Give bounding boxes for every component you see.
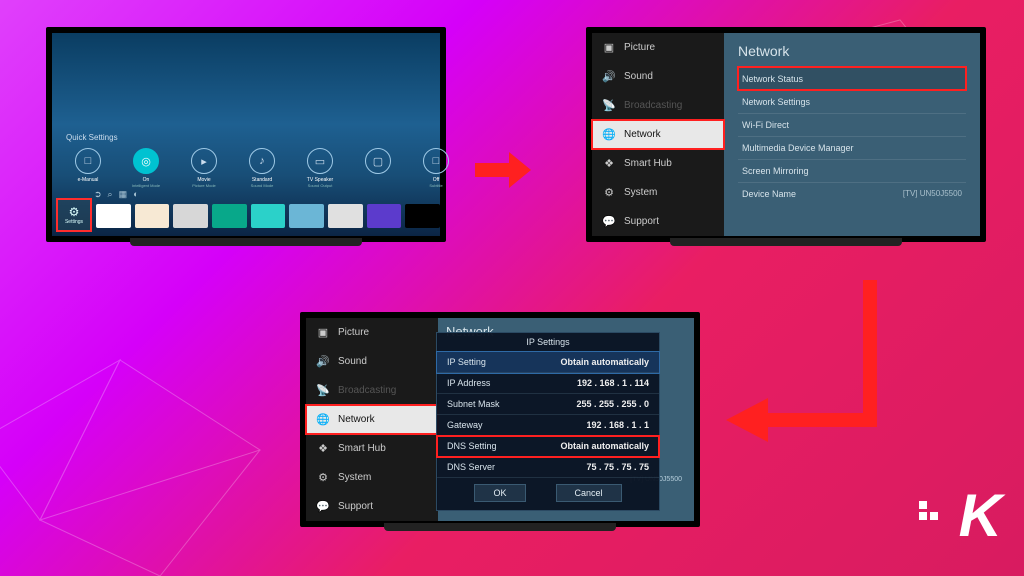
tv-step-3: ▣Picture 🔊Sound 📡Broadcasting 🌐Network ❖… (300, 312, 700, 527)
globe-icon: 🌐 (316, 413, 330, 426)
dns-server-row[interactable]: DNS Server75 . 75 . 75 . 75 (437, 457, 659, 478)
menu-item-picture[interactable]: ▣Picture (592, 33, 724, 62)
gear-icon: ⚙ (602, 186, 616, 199)
menu-item-smart-hub[interactable]: ❖Smart Hub (306, 434, 438, 463)
picture-icon: ▣ (602, 41, 616, 54)
menu-item-picture[interactable]: ▣Picture (306, 318, 438, 347)
panel-row-screen-mirroring[interactable]: Screen Mirroring (738, 159, 966, 182)
tv3-screen: ▣Picture 🔊Sound 📡Broadcasting 🌐Network ❖… (306, 318, 694, 521)
qs-item-sound-mode[interactable]: ♪ Standard Sound Mode (240, 148, 284, 188)
gear-icon: ⚙ (316, 471, 330, 484)
app-tile[interactable] (405, 204, 440, 228)
settings-menu: ▣Picture 🔊Sound 📡Broadcasting 🌐Network ❖… (306, 318, 438, 521)
tv1-screen: Quick Settings □ e-Manual ◎ On Intellige… (52, 33, 440, 236)
app-tile-row (96, 204, 440, 228)
menu-item-system[interactable]: ⚙System (306, 463, 438, 492)
qs-item-sound-output[interactable]: ▭ TV Speaker Sound Output (298, 148, 342, 188)
menu-item-system[interactable]: ⚙System (592, 178, 724, 207)
box-icon: ▢ (365, 148, 391, 174)
tv-speaker-icon: ▭ (307, 148, 333, 174)
tv2-screen: ▣Picture 🔊Sound 📡Broadcasting 🌐Network ❖… (592, 33, 980, 236)
ip-settings-dialog: IP Settings IP SettingObtain automatical… (436, 332, 660, 511)
menu-item-sound[interactable]: 🔊Sound (592, 62, 724, 91)
broadcast-icon: 📡 (316, 384, 330, 397)
globe-icon: 🌐 (602, 128, 616, 141)
menu-item-support[interactable]: 💬Support (306, 492, 438, 521)
tv-step-1: Quick Settings □ e-Manual ◎ On Intellige… (46, 27, 446, 242)
ok-button[interactable]: OK (474, 484, 525, 502)
menu-item-broadcasting: 📡Broadcasting (306, 376, 438, 405)
panel-row-wifi-direct[interactable]: Wi-Fi Direct (738, 113, 966, 136)
panel-row-network-status[interactable]: Network Status (738, 67, 966, 90)
settings-menu: ▣Picture 🔊Sound 📡Broadcasting 🌐Network ❖… (592, 33, 724, 236)
qs-item-intelligent-mode[interactable]: ◎ On Intelligent Mode (124, 148, 168, 188)
apps-icon[interactable]: ▦ (119, 189, 128, 200)
flow-arrow-right (475, 150, 535, 190)
app-tile[interactable] (135, 204, 170, 228)
play-icon: ▸ (191, 148, 217, 174)
settings-tile[interactable]: ⚙ Settings (58, 200, 90, 230)
app-tile[interactable] (96, 204, 131, 228)
gear-icon: ⚙ (69, 205, 80, 219)
network-panel: Network Network Status Network Settings … (724, 33, 980, 236)
panel-row-multimedia[interactable]: Multimedia Device Manager (738, 136, 966, 159)
target-icon: ◎ (133, 148, 159, 174)
flow-arrow-down-left (720, 280, 900, 490)
dialog-title: IP Settings (437, 333, 659, 352)
book-icon: □ (75, 148, 101, 174)
panel-row-device-name[interactable]: Device Name[TV] UN50J5500 (738, 182, 966, 205)
menu-item-sound[interactable]: 🔊Sound (306, 347, 438, 376)
smarthub-icon: ❖ (316, 442, 330, 455)
ip-setting-row[interactable]: IP SettingObtain automatically (437, 352, 659, 373)
qs-item-subtitle[interactable]: □ Off Subtitle (414, 148, 458, 188)
gateway-row[interactable]: Gateway192 . 168 . 1 . 1 (437, 415, 659, 436)
subtitle-icon: □ (423, 148, 449, 174)
qs-item-picture-mode[interactable]: ▸ Movie Picture Mode (182, 148, 226, 188)
support-icon: 💬 (602, 215, 616, 228)
cancel-button[interactable]: Cancel (556, 484, 622, 502)
nav-icons-row: ➲ ⌕ ▦ ◐ (94, 189, 139, 200)
tv-step-2: ▣Picture 🔊Sound 📡Broadcasting 🌐Network ❖… (586, 27, 986, 242)
menu-item-smart-hub[interactable]: ❖Smart Hub (592, 149, 724, 178)
app-tile[interactable] (173, 204, 208, 228)
menu-item-network[interactable]: 🌐Network (592, 120, 724, 149)
smarthub-icon: ❖ (602, 157, 616, 170)
app-tile[interactable] (367, 204, 402, 228)
sound-icon: 🔊 (602, 70, 616, 83)
sound-icon: 🔊 (316, 355, 330, 368)
panel-title: Network (738, 43, 966, 59)
quick-settings-title: Quick Settings (66, 133, 118, 142)
support-icon: 💬 (316, 500, 330, 513)
ambient-icon[interactable]: ◐ (133, 189, 138, 200)
logo-dots (919, 501, 938, 520)
app-tile[interactable] (212, 204, 247, 228)
menu-item-support[interactable]: 💬Support (592, 207, 724, 236)
app-tile[interactable] (251, 204, 286, 228)
broadcast-icon: 📡 (602, 99, 616, 112)
menu-item-broadcasting: 📡Broadcasting (592, 91, 724, 120)
quick-settings-row: □ e-Manual ◎ On Intelligent Mode ▸ Movie… (66, 148, 458, 188)
source-icon[interactable]: ➲ (94, 189, 102, 200)
qs-item-blank[interactable]: ▢ (356, 148, 400, 188)
brand-k-logo: K (959, 481, 998, 550)
qs-item-emanual[interactable]: □ e-Manual (66, 148, 110, 188)
subnet-mask-row[interactable]: Subnet Mask255 . 255 . 255 . 0 (437, 394, 659, 415)
picture-icon: ▣ (316, 326, 330, 339)
app-tile[interactable] (328, 204, 363, 228)
ip-address-row[interactable]: IP Address192 . 168 . 1 . 114 (437, 373, 659, 394)
dns-setting-row[interactable]: DNS SettingObtain automatically (437, 436, 659, 457)
app-tile[interactable] (289, 204, 324, 228)
panel-row-network-settings[interactable]: Network Settings (738, 90, 966, 113)
dialog-buttons: OK Cancel (437, 478, 659, 510)
speaker-icon: ♪ (249, 148, 275, 174)
search-icon[interactable]: ⌕ (108, 189, 113, 200)
menu-item-network[interactable]: 🌐Network (306, 405, 438, 434)
